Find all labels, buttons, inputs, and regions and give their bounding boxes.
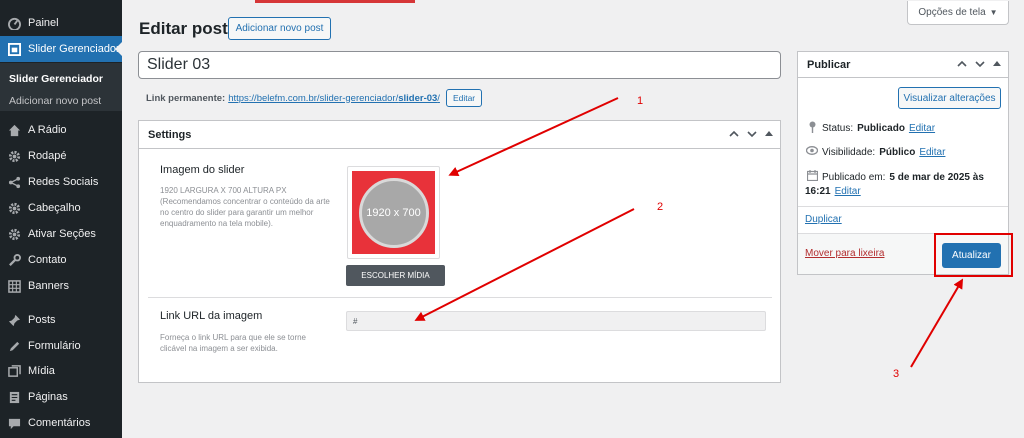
annotation-arrow-1 bbox=[448, 97, 619, 177]
annotation-arrow-2 bbox=[414, 208, 635, 321]
annotation-number-3: 3 bbox=[893, 368, 900, 380]
annotation-arrow-3 bbox=[910, 278, 964, 368]
annotation-arrows bbox=[414, 97, 964, 368]
annotation-number-2: 2 bbox=[657, 201, 664, 213]
annotation-number-1: 1 bbox=[637, 95, 644, 107]
